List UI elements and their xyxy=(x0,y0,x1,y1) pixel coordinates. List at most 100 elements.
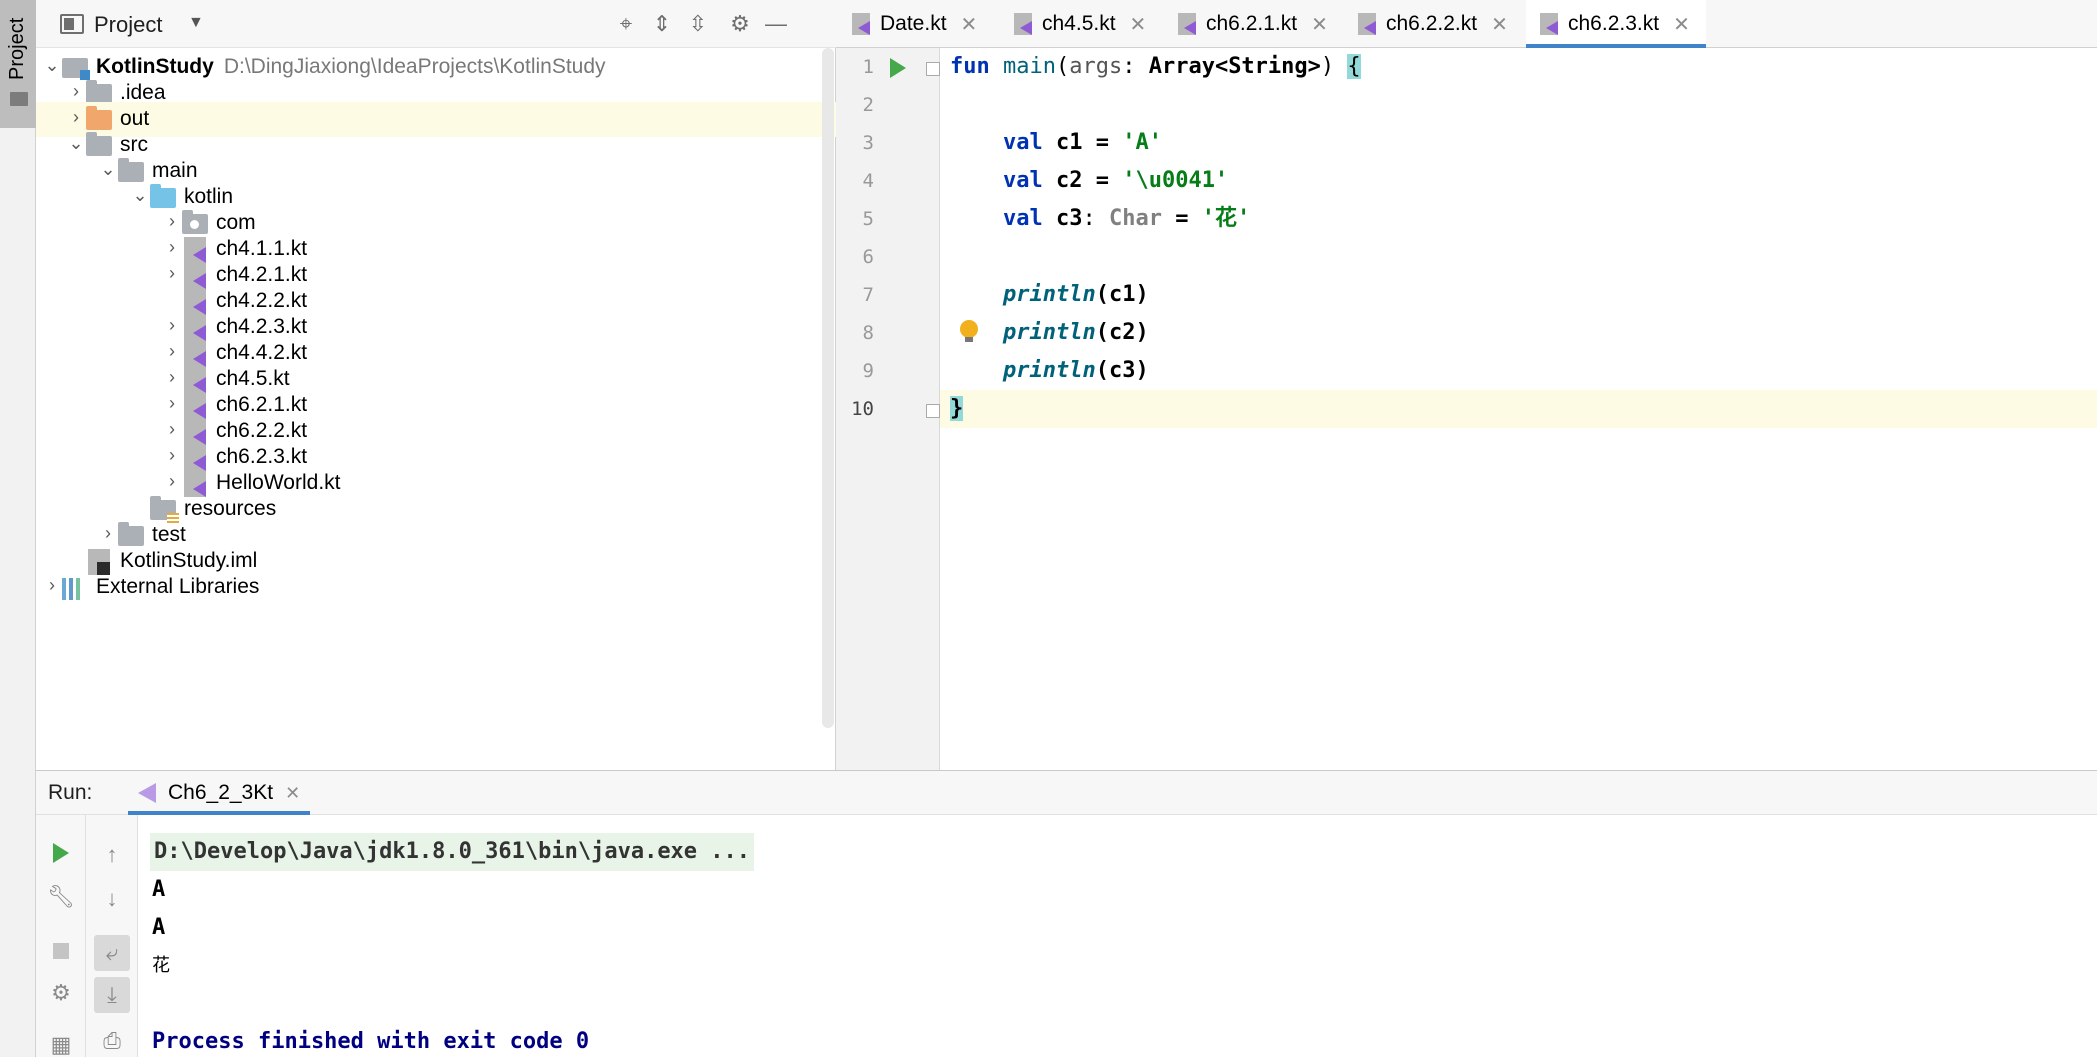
arrow-down-icon[interactable]: ↓ xyxy=(94,881,130,917)
chevron-right-icon[interactable]: › xyxy=(162,367,182,388)
tab-label: ch6.2.3.kt xyxy=(1568,12,1660,35)
code-line-1: fun main(args: Array<String>) { xyxy=(950,54,1361,79)
hide-panel-icon[interactable]: — xyxy=(762,10,790,38)
code-area[interactable]: fun main(args: Array<String>) { val c1 =… xyxy=(940,48,2097,770)
tab-ch6-2-2-kt[interactable]: ch6.2.2.kt ✕ xyxy=(1358,0,1508,48)
chevron-right-icon[interactable]: › xyxy=(162,315,182,336)
chevron-right-icon[interactable]: › xyxy=(162,445,182,466)
chevron-right-icon[interactable]: › xyxy=(66,81,86,102)
package-icon xyxy=(182,210,208,234)
kotlin-file-icon xyxy=(852,13,870,35)
run-toolbar-secondary: ↑ ↓ ⤶ ⤓ ⎙ xyxy=(86,815,138,1057)
chevron-right-icon[interactable]: › xyxy=(98,523,118,544)
tab-label: ch6.2.1.kt xyxy=(1206,12,1298,35)
kotlin-run-icon xyxy=(138,783,156,803)
console-command-line: D:\Develop\Java\jdk1.8.0_361\bin\java.ex… xyxy=(150,833,755,871)
locate-file-icon[interactable]: ⌖ xyxy=(612,10,640,38)
run-label: Run: xyxy=(48,781,93,804)
chevron-right-icon[interactable]: › xyxy=(162,237,182,258)
close-icon[interactable]: ✕ xyxy=(285,783,300,804)
print-icon[interactable]: ⎙ xyxy=(94,1023,130,1057)
collapse-all-icon[interactable]: ⇳ xyxy=(684,10,712,38)
line-number: 5 xyxy=(862,208,874,230)
line-number: 6 xyxy=(862,246,874,268)
console-output[interactable]: D:\Develop\Java\jdk1.8.0_361\bin\java.ex… xyxy=(138,815,2097,1057)
scroll-to-end-icon[interactable]: ⤓ xyxy=(94,977,130,1013)
run-config-tab[interactable]: Ch6_2_3Kt ✕ xyxy=(128,771,311,815)
folder-icon xyxy=(118,522,144,546)
source-folder-icon xyxy=(150,184,176,208)
line-number: 7 xyxy=(862,284,874,306)
close-icon[interactable]: ✕ xyxy=(961,12,978,37)
kotlin-file-icon xyxy=(1358,13,1376,35)
chevron-right-icon[interactable]: › xyxy=(162,471,182,492)
chevron-down-icon[interactable]: ⌄ xyxy=(98,159,118,180)
run-gutter-icon[interactable] xyxy=(890,58,906,78)
folder-icon xyxy=(86,80,112,104)
fold-marker-icon[interactable] xyxy=(926,62,940,76)
run-toolbar-primary: 🔧︎ ⚙ ▦ xyxy=(36,815,86,1057)
stop-icon xyxy=(53,943,69,959)
project-stripe-label: Project xyxy=(6,17,28,80)
close-icon[interactable]: ✕ xyxy=(1130,12,1147,37)
editor-tab-bar: Date.kt ✕ ch4.5.kt ✕ ch6.2.1.kt ✕ ch6.2.… xyxy=(836,0,2097,48)
expand-all-icon[interactable]: ⇕ xyxy=(648,10,676,38)
chevron-right-icon[interactable]: › xyxy=(162,419,182,440)
gear-icon[interactable]: ⚙ xyxy=(726,10,754,38)
chevron-down-icon[interactable]: ▼ xyxy=(188,14,204,32)
rerun-button[interactable] xyxy=(43,835,79,871)
code-line-5: val c3: Char = '花' xyxy=(1002,206,1251,231)
resources-folder-icon xyxy=(150,496,179,525)
close-icon[interactable]: ✕ xyxy=(1311,12,1328,37)
tab-date-kt[interactable]: Date.kt ✕ xyxy=(852,0,977,48)
chevron-right-icon[interactable]: › xyxy=(42,575,62,596)
chevron-down-icon[interactable]: ⌄ xyxy=(66,133,86,154)
tab-label: ch4.5.kt xyxy=(1042,12,1116,35)
chevron-down-icon[interactable]: ⌄ xyxy=(42,55,62,76)
project-path: D:\DingJiaxiong\IdeaProjects\KotlinStudy xyxy=(223,55,606,78)
library-icon xyxy=(62,578,88,600)
kotlin-file-icon xyxy=(1540,13,1558,35)
line-number: 1 xyxy=(862,56,874,78)
arrow-up-icon[interactable]: ↑ xyxy=(94,837,130,873)
code-line-9: println(c3) xyxy=(1002,358,1149,383)
folder-icon xyxy=(118,158,144,182)
close-icon[interactable]: ✕ xyxy=(1673,12,1690,37)
code-line-10: } xyxy=(940,390,2097,428)
project-view-icon xyxy=(60,14,84,34)
stop-button[interactable] xyxy=(43,933,79,969)
layout-icon[interactable]: ▦ xyxy=(43,1027,79,1057)
soft-wrap-icon[interactable]: ⤶ xyxy=(94,935,130,971)
chevron-down-icon[interactable]: ⌄ xyxy=(130,185,150,206)
tab-label: ch6.2.2.kt xyxy=(1386,12,1478,35)
chevron-right-icon[interactable]: › xyxy=(66,107,86,128)
project-view-title[interactable]: Project xyxy=(94,12,162,38)
fold-marker-icon[interactable] xyxy=(926,404,940,418)
chevron-right-icon[interactable]: › xyxy=(162,263,182,284)
wrench-icon[interactable]: 🔧︎ xyxy=(43,879,79,915)
run-panel-header: Run: Ch6_2_3Kt ✕ xyxy=(36,771,2097,815)
project-panel: Project ▼ ⌖ ⇕ ⇳ ⚙ — ⌄ KotlinStudy D:\Ding… xyxy=(36,0,836,770)
debug-icon[interactable]: ⚙ xyxy=(43,975,79,1011)
excluded-folder-icon xyxy=(86,106,112,130)
console-exit-message: Process finished with exit code 0 xyxy=(152,1029,590,1054)
tab-ch4-5-kt[interactable]: ch4.5.kt ✕ xyxy=(1014,0,1146,48)
tree-scrollbar[interactable] xyxy=(822,48,834,728)
editor: Date.kt ✕ ch4.5.kt ✕ ch6.2.1.kt ✕ ch6.2.… xyxy=(836,0,2097,770)
code-line-8: println(c2) xyxy=(1002,320,1149,345)
folder-icon xyxy=(86,132,112,156)
tab-label: Date.kt xyxy=(880,12,947,35)
chevron-right-icon[interactable]: › xyxy=(162,211,182,232)
chevron-right-icon[interactable]: › xyxy=(162,393,182,414)
tree-item-label: External Libraries xyxy=(96,575,260,598)
tree-item-external-libraries[interactable]: › External Libraries xyxy=(36,570,836,605)
project-stripe-button[interactable]: Project xyxy=(0,0,36,128)
tab-ch6-2-1-kt[interactable]: ch6.2.1.kt ✕ xyxy=(1178,0,1328,48)
tab-ch6-2-3-kt[interactable]: ch6.2.3.kt ✕ xyxy=(1526,0,1706,48)
close-icon[interactable]: ✕ xyxy=(1491,12,1508,37)
folder-icon xyxy=(10,92,28,106)
chevron-right-icon[interactable]: › xyxy=(162,341,182,362)
console-output-line: A xyxy=(152,915,166,940)
